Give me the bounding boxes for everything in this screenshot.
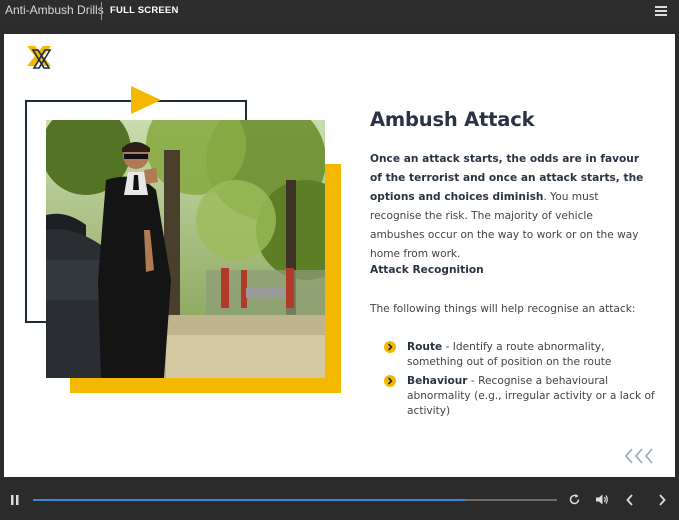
slide-content: Ambush Attack Once an attack starts, the… [4,34,675,477]
chevron-right-icon [384,341,396,353]
logo-icon [27,46,52,69]
player-controls [0,482,679,520]
course-title: Anti-Ambush Drills [5,3,104,17]
attack-recognition-subheading: Attack Recognition [370,264,484,276]
hamburger-menu-icon[interactable] [655,6,667,16]
chevron-right-icon [384,375,396,387]
title-divider [101,2,102,20]
bullet-term: Behaviour [407,375,468,387]
intro-bold-text: Once an attack starts, the odds are in f… [370,153,644,203]
pause-icon[interactable] [10,494,20,506]
bodyguard-photo [46,120,325,378]
bullet-term: Route [407,341,443,353]
back-chevrons-icon[interactable] [624,446,658,466]
volume-icon[interactable] [595,493,609,506]
replay-icon[interactable] [568,493,581,506]
progress-bar[interactable] [33,499,557,501]
previous-icon[interactable] [625,493,635,507]
progress-fill [33,499,466,501]
next-icon[interactable] [657,493,667,507]
lead-text: The following things will help recognise… [370,303,636,315]
intro-paragraph: Once an attack starts, the odds are in f… [370,150,650,264]
slide-heading: Ambush Attack [370,108,535,131]
fullscreen-button[interactable]: FULL SCREEN [110,5,179,16]
title-bar: Anti-Ambush Drills FULL SCREEN [0,0,679,24]
play-triangle-icon [131,86,161,114]
